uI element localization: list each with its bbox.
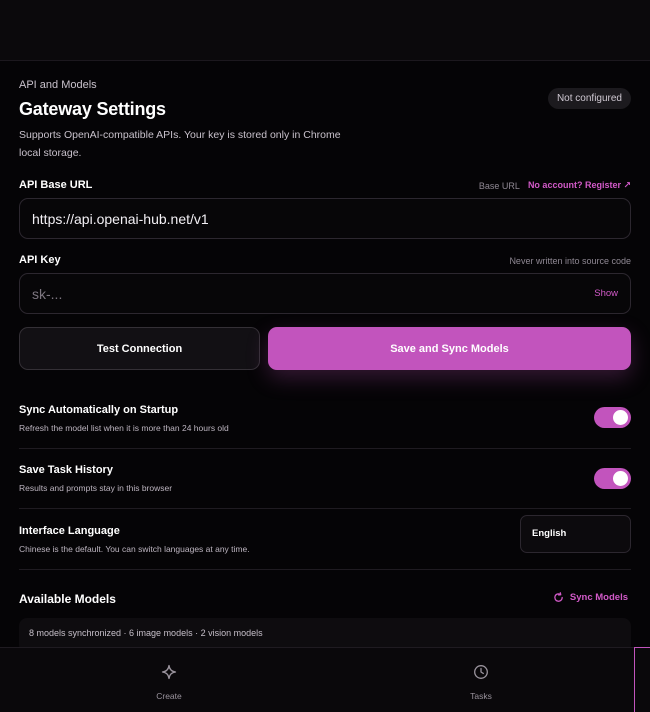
sync-models-button[interactable]: Sync Models [553, 592, 628, 603]
settings-panel: API and Models Gateway Settings Not conf… [0, 61, 650, 647]
task-history-toggle[interactable] [594, 468, 631, 489]
divider [19, 448, 631, 449]
refresh-icon [553, 592, 564, 603]
edge-highlight [634, 647, 650, 712]
page-description: Supports OpenAI-compatible APIs. Your ke… [19, 129, 341, 159]
setting-language: Interface Language Chinese is the defaul… [19, 515, 631, 554]
sync-startup-toggle[interactable] [594, 407, 631, 428]
language-select[interactable]: English [520, 515, 631, 553]
divider [19, 508, 631, 509]
setting-sync-startup: Sync Automatically on Startup Refresh th… [19, 404, 631, 433]
top-bar [0, 0, 650, 61]
setting-title: Sync Automatically on Startup [19, 404, 179, 416]
api-key-label: API Key [19, 254, 61, 266]
status-badge: Not configured [547, 88, 631, 109]
base-url-hint: Base URL [478, 180, 520, 191]
page-title: Gateway Settings [19, 99, 166, 119]
nav-create[interactable]: Create [139, 664, 199, 701]
setting-subtitle: Refresh the model list when it is more t… [19, 423, 229, 433]
test-connection-button[interactable]: Test Connection [19, 327, 260, 370]
sync-models-label: Sync Models [569, 592, 628, 603]
section-eyebrow: API and Models [19, 79, 97, 91]
nav-tasks-label: Tasks [470, 691, 492, 701]
models-section-title: Available Models [19, 592, 116, 606]
base-url-label: API Base URL [19, 179, 93, 191]
setting-task-history: Save Task History Results and prompts st… [19, 464, 631, 493]
nav-tasks[interactable]: Tasks [451, 664, 511, 701]
bottom-nav: Create Tasks [0, 647, 650, 712]
register-link[interactable]: No account? Register ↗ [528, 180, 631, 191]
models-summary: 8 models synchronized · 6 image models ·… [19, 618, 631, 647]
sparkle-icon [161, 664, 177, 685]
api-key-hint: Never written into source code [509, 256, 631, 266]
base-url-input[interactable] [32, 210, 618, 227]
base-url-field[interactable] [19, 198, 631, 239]
clock-icon [473, 664, 489, 685]
divider [19, 569, 631, 570]
api-key-field[interactable]: Show [19, 273, 631, 314]
setting-subtitle: Results and prompts stay in this browser [19, 483, 173, 493]
setting-title: Save Task History [19, 464, 113, 476]
api-key-input[interactable] [32, 285, 595, 302]
base-url-hints: Base URL No account? Register ↗ [479, 180, 631, 191]
nav-create-label: Create [156, 691, 182, 701]
save-sync-button[interactable]: Save and Sync Models [268, 327, 631, 370]
show-key-button[interactable]: Show [594, 288, 618, 299]
